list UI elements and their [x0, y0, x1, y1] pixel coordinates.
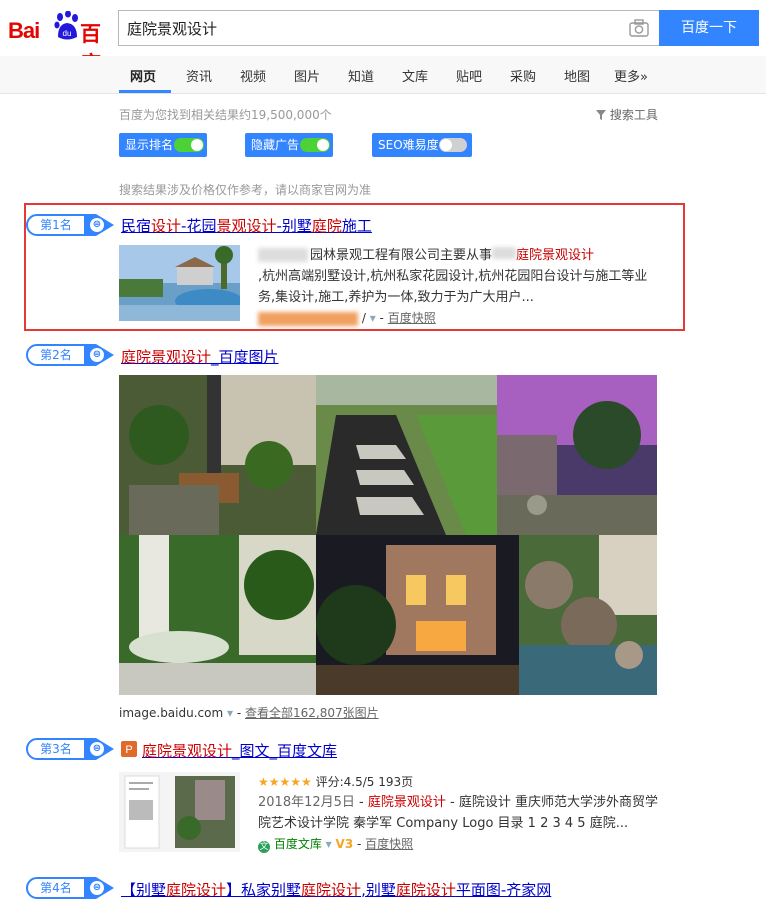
dropdown-icon[interactable]: ▾ — [370, 311, 376, 325]
result-title-4[interactable]: 【别墅庭院设计】私家别墅庭院设计,别墅庭院设计平面图-齐家网 — [121, 879, 551, 900]
tab-map[interactable]: 地图 — [564, 66, 590, 85]
dropdown-icon[interactable]: ▾ — [326, 837, 332, 851]
link-icon: ⊜ — [90, 742, 104, 756]
rank-label: 第1名 — [26, 214, 86, 236]
result-title-3[interactable]: 庭院景观设计_图文_百度文库 — [142, 740, 337, 761]
rank-label: 第3名 — [26, 738, 86, 760]
svg-text:P: P — [125, 744, 132, 756]
gallery-image-6[interactable] — [519, 535, 657, 695]
tab-news[interactable]: 资讯 — [186, 66, 212, 85]
star-rating-icon: ★★★★★ — [258, 775, 312, 789]
tab-purchase[interactable]: 采购 — [510, 66, 536, 85]
camera-icon[interactable] — [629, 19, 649, 37]
site-url: image.baidu.com — [119, 706, 224, 720]
filter-icon — [596, 110, 606, 120]
ppt-file-icon: P — [121, 741, 137, 757]
link-icon: ⊜ — [90, 218, 104, 232]
search-tools-label: 搜索工具 — [609, 108, 658, 122]
result-desc: ,杭州高端别墅设计,杭州私家花园设计,杭州花园阳台设计与施工等业务,集设计,施工… — [258, 269, 648, 305]
link-icon: ⊜ — [90, 881, 104, 895]
toggle-label: 显示排名 — [125, 138, 174, 152]
result-desc-first-line: 园林景观工程有限公司主要从事 庭院景观设计 — [310, 247, 595, 263]
active-tab-underline — [119, 90, 171, 93]
logo-text-left: Bai — [8, 18, 40, 43]
baidu-logo[interactable]: Bai du 百度 — [8, 9, 112, 76]
rank-badge: 第4名 ⊜ — [26, 877, 114, 899]
rank-badge: 第2名 ⊜ — [26, 344, 114, 366]
toggle-switch-on — [300, 138, 330, 152]
gallery-image-5[interactable] — [316, 535, 519, 695]
rank-badge: 第3名 ⊜ — [26, 738, 114, 760]
search-box — [118, 10, 659, 46]
wenku-icon: 文 — [258, 841, 270, 853]
snapshot-link[interactable]: 百度快照 — [365, 837, 413, 851]
rank-badge: 第1名 ⊜ — [26, 214, 114, 236]
tab-more[interactable]: 更多» — [614, 66, 648, 85]
paw-icon: du — [54, 11, 78, 40]
header: Bai du 百度 百度一下 — [0, 0, 766, 76]
toggle-label: 隐藏广告 — [251, 138, 300, 152]
result-title-2[interactable]: 庭院景观设计_百度图片 — [121, 346, 279, 367]
view-all-images-link[interactable]: 查看全部162,807张图片 — [245, 706, 379, 720]
tab-tieba[interactable]: 贴吧 — [456, 66, 482, 85]
nav-tabs: 网页 资讯 视频 图片 知道 文库 贴吧 采购 地图 更多» — [0, 56, 766, 94]
toggle-switch-off — [439, 138, 467, 152]
url-tail: / — [361, 311, 366, 325]
toggle-show-rank[interactable]: 显示排名 — [119, 133, 207, 157]
toggle-hide-ads[interactable]: 隐藏广告 — [245, 133, 333, 157]
image-source: image.baidu.com ▾ - 查看全部162,807张图片 — [119, 706, 379, 720]
dropdown-icon[interactable]: ▾ — [227, 706, 233, 720]
v3-badge: V3 — [335, 837, 354, 851]
result-thumbnail[interactable] — [119, 245, 240, 321]
search-tools-button[interactable]: 搜索工具 — [596, 106, 658, 123]
source-name: 百度文库 — [273, 837, 322, 851]
tab-images[interactable]: 图片 — [294, 66, 320, 85]
toggle-switch-on — [174, 138, 204, 152]
redacted-area — [258, 248, 308, 262]
rating-row: ★★★★★ 评分:4.5/5 193页 — [258, 772, 413, 793]
tab-zhidao[interactable]: 知道 — [348, 66, 374, 85]
gallery-image-4[interactable] — [119, 535, 316, 695]
tab-wenku[interactable]: 文库 — [402, 66, 428, 85]
doc-thumbnail[interactable] — [119, 772, 240, 852]
result-url: / ▾ - 百度快照 — [258, 309, 436, 326]
result-count: 百度为您找到相关结果约19,500,000个 — [119, 108, 332, 122]
link-icon: ⊜ — [90, 348, 104, 362]
gallery-image-2[interactable] — [316, 375, 497, 535]
doc-source: 文 百度文库 ▾ V3 - 百度快照 — [258, 837, 414, 853]
tab-web[interactable]: 网页 — [130, 66, 156, 85]
rank-label: 第4名 — [26, 877, 86, 899]
gallery-image-3[interactable] — [497, 375, 657, 535]
search-button[interactable]: 百度一下 — [659, 10, 759, 46]
toggle-label: SEO难易度 — [378, 138, 439, 152]
search-input[interactable] — [127, 11, 617, 45]
result-title-1[interactable]: 民宿设计-花园景观设计-别墅庭院施工 — [121, 215, 372, 236]
page-count: 193页 — [378, 775, 414, 789]
price-notice: 搜索结果涉及价格仅作参考，请以商家官网为准 — [119, 183, 372, 197]
logo-paw-text: du — [63, 29, 72, 38]
rating-text: 评分:4.5/5 — [315, 775, 375, 789]
result-desc-3: 2018年12月5日 - 庭院景观设计 - 庭院设计 重庆师范大学涉外商贸学院艺… — [258, 795, 658, 831]
snapshot-link[interactable]: 百度快照 — [388, 311, 436, 325]
rank-label: 第2名 — [26, 344, 86, 366]
tab-video[interactable]: 视频 — [240, 66, 266, 85]
gallery-image-1[interactable] — [119, 375, 316, 535]
toggle-seo-difficulty[interactable]: SEO难易度 — [372, 133, 472, 157]
